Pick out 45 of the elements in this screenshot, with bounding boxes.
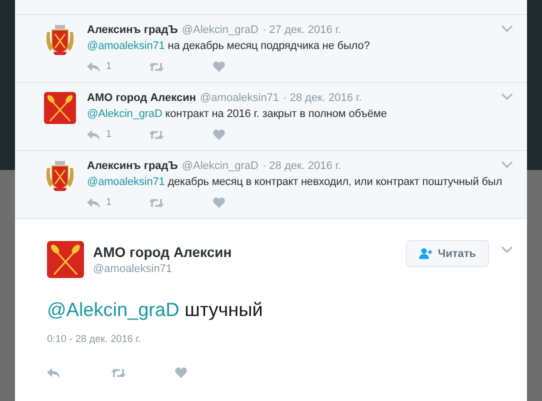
tweet-date[interactable]: · 28 дек. 2016 г. <box>283 92 362 104</box>
mention-link[interactable]: @amoaleksin71 <box>87 40 165 52</box>
retweet-icon[interactable] <box>149 130 164 140</box>
caret-icon[interactable] <box>501 161 513 168</box>
retweet-icon[interactable] <box>111 368 126 378</box>
reply-count: 1 <box>106 129 112 140</box>
author-name[interactable]: Алексинъ градЪ <box>87 24 178 36</box>
reply-icon[interactable] <box>87 62 100 72</box>
mention-link[interactable]: @amoaleksin71 <box>87 176 165 188</box>
oars-emblem-icon <box>44 92 76 124</box>
add-user-icon <box>418 248 433 259</box>
tweet-timestamp[interactable]: 0:10 - 28 дек. 2016 г. <box>47 334 511 345</box>
mention-link[interactable]: @Alekcin_graD <box>47 300 180 321</box>
author-handle[interactable]: @Alekcin_graD <box>182 24 258 36</box>
author-name[interactable]: Алексинъ градЪ <box>87 160 178 172</box>
author-name[interactable]: АМО город Алексин <box>93 244 232 260</box>
heart-icon[interactable] <box>213 61 225 72</box>
tweet-date[interactable]: · 27 дек. 2016 г. <box>262 24 342 36</box>
caret-icon[interactable] <box>501 246 513 253</box>
retweet-icon[interactable] <box>149 62 164 72</box>
heart-icon[interactable] <box>213 129 225 140</box>
mention-link[interactable]: @Alekcin_graD <box>87 108 162 120</box>
heart-icon[interactable] <box>213 197 225 208</box>
reply-icon[interactable] <box>87 198 100 208</box>
reply-icon[interactable] <box>47 368 60 378</box>
author-handle[interactable]: @Alekcin_graD <box>182 160 258 172</box>
retweet-icon[interactable] <box>149 198 164 208</box>
coat-of-arms-icon <box>44 24 76 56</box>
reply-icon[interactable] <box>87 130 100 140</box>
reply-count: 1 <box>106 197 112 208</box>
follow-button[interactable]: Читать <box>406 240 489 267</box>
tweet-text: @amoaleksin71 декабрь месяц в контракт невходил, или контракт поштучный был <box>87 175 504 189</box>
author-handle[interactable]: @amoaleksin71 <box>200 92 280 104</box>
caret-icon[interactable] <box>501 93 513 100</box>
tweet-date[interactable]: · 28 дек. 2016 г. <box>262 160 342 172</box>
heart-icon[interactable] <box>175 367 187 378</box>
coat-of-arms-icon <box>44 160 76 192</box>
author-name[interactable]: АМО город Алексин <box>87 92 196 104</box>
tweet-text: @Alekcin_graD штучный <box>47 300 264 322</box>
oars-emblem-icon <box>47 241 84 278</box>
author-handle[interactable]: @amoaleksin71 <box>93 263 232 275</box>
tweet-text: @amoaleksin71 на декабрь месяц подрядчика не было? <box>87 39 371 53</box>
tweet-text: @Alekcin_graD контракт на 2016 г. закрыт в полном объёме <box>87 107 388 121</box>
caret-icon[interactable] <box>501 25 513 32</box>
reply-count: 1 <box>106 61 112 72</box>
